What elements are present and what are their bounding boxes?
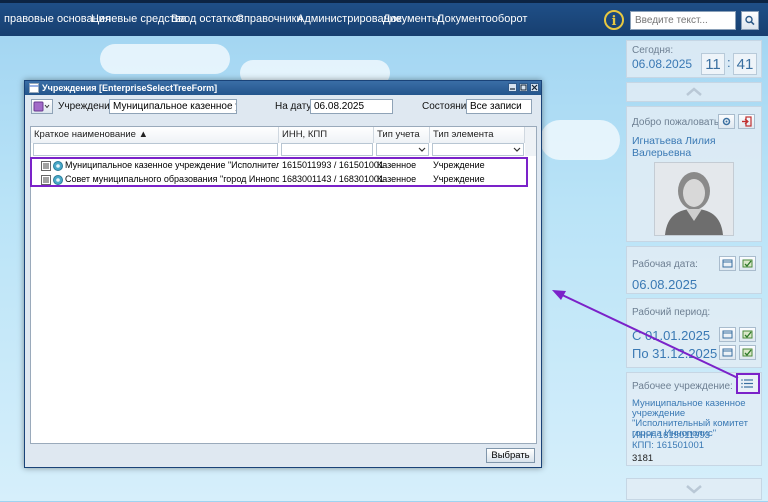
institutions-dialog: Учреждения [EnterpriseSelectTreeForm] Уч… xyxy=(24,80,542,468)
settings-button[interactable] xyxy=(718,114,735,129)
clock-minutes: 41 xyxy=(733,53,757,75)
calendar-icon xyxy=(722,259,733,268)
period-calendar-button-2[interactable] xyxy=(719,345,736,360)
institution-select-button[interactable] xyxy=(736,373,760,394)
row-short-name: Муниципальное казенное учреждение "Испол… xyxy=(65,160,279,170)
work-date-set-button[interactable] xyxy=(739,256,756,271)
work-date-calendar-button[interactable] xyxy=(719,256,736,271)
apply-date-icon xyxy=(742,259,753,268)
row-inn-kpp: 1615011993 / 161501001 xyxy=(282,160,384,170)
row-account-type: Казенное xyxy=(377,160,417,170)
institutions-grid: Краткое наименование ▲ ИНН, КПП Тип учет… xyxy=(30,126,537,444)
period-from: С 01.01.2025 xyxy=(632,328,711,343)
nav-item-balances-input[interactable]: Ввод остатков xyxy=(171,13,244,25)
close-button[interactable] xyxy=(530,83,539,92)
institution-icon xyxy=(53,161,63,171)
search-button[interactable] xyxy=(741,11,759,30)
period-to: По 31.12.2025 xyxy=(632,346,718,361)
row-short-name: Совет муниципального образования "город … xyxy=(65,174,279,184)
row-element-type: Учреждение xyxy=(433,160,485,170)
sidebar-scroll-down[interactable] xyxy=(626,478,762,500)
period-calendar-button[interactable] xyxy=(719,327,736,342)
top-navigation: правовые основания Целевые средства Ввод… xyxy=(0,0,768,36)
background-cloud xyxy=(100,44,230,74)
work-period-label: Рабочий период: xyxy=(632,307,711,318)
chevron-down-icon xyxy=(686,485,702,494)
filter-inn-kpp[interactable] xyxy=(281,143,373,156)
background-cloud xyxy=(540,120,620,160)
info-icon[interactable]: i xyxy=(604,10,624,30)
tree-node-icon xyxy=(41,161,51,171)
institution-label: Рабочее учреждение: xyxy=(632,381,733,392)
grid-header-filler xyxy=(525,127,536,156)
filter-short-name[interactable] xyxy=(33,143,278,156)
dialog-titlebar: Учреждения [EnterpriseSelectTreeForm] xyxy=(25,81,541,95)
nav-item-references[interactable]: Справочники xyxy=(236,13,303,25)
period-set-button[interactable] xyxy=(739,327,756,342)
user-name: Игнатьева Лилия Валерьевна xyxy=(632,135,716,159)
clock-separator: : xyxy=(727,55,731,70)
column-header-inn-kpp[interactable]: ИНН, КПП xyxy=(279,127,374,143)
calendar-icon xyxy=(722,330,733,339)
institution-kpp: КПП: 161501001 xyxy=(632,440,705,451)
table-row[interactable]: Совет муниципального образования "город … xyxy=(32,173,526,186)
chevron-up-icon xyxy=(686,87,702,96)
gear-icon xyxy=(722,117,731,126)
calendar-icon xyxy=(722,348,733,357)
minimize-icon xyxy=(510,88,515,90)
work-period-panel: Рабочий период: С 01.01.2025 По 31.12.20… xyxy=(626,298,762,368)
actions-icon xyxy=(33,101,50,112)
period-set-button-2[interactable] xyxy=(739,345,756,360)
institution-panel: Рабочее учреждение: Муниципальное казенн… xyxy=(626,372,762,466)
apply-date-icon xyxy=(742,330,753,339)
column-header-short-name[interactable]: Краткое наименование ▲ xyxy=(31,127,279,143)
logout-icon xyxy=(742,116,752,127)
chevron-down-icon[interactable] xyxy=(417,144,427,155)
minimize-button[interactable] xyxy=(508,83,517,92)
institution-icon xyxy=(53,175,63,185)
filter-element-type[interactable] xyxy=(432,143,524,156)
right-sidebar: Сегодня: 06.08.2025 11 : 41 Добро пожало… xyxy=(622,36,766,501)
date-filter-label: На дату: xyxy=(275,101,315,112)
nav-item-document-flow[interactable]: Документооборот xyxy=(437,13,527,25)
work-date-value: 06.08.2025 xyxy=(632,277,698,292)
work-date-panel: Рабочая дата: 06.08.2025 xyxy=(626,246,762,294)
user-avatar-icon xyxy=(665,172,723,235)
dialog-title: Учреждения [EnterpriseSelectTreeForm] xyxy=(42,83,218,93)
nav-item-documents[interactable]: Документы xyxy=(383,13,440,25)
maximize-icon xyxy=(520,84,527,91)
table-row[interactable]: Муниципальное казенное учреждение "Испол… xyxy=(32,159,526,172)
column-header-account-type[interactable]: Тип учета xyxy=(374,127,430,143)
state-filter-field[interactable]: Все записи xyxy=(466,99,532,114)
welcome-label: Добро пожаловать xyxy=(632,117,720,128)
window-icon xyxy=(29,83,39,93)
row-account-type: Казенное xyxy=(377,174,417,184)
clock-hours: 11 xyxy=(701,53,725,75)
apply-date-icon xyxy=(742,348,753,357)
work-date-label: Рабочая дата: xyxy=(632,259,698,270)
list-icon xyxy=(741,379,753,388)
actions-menu-button[interactable] xyxy=(31,99,53,114)
search-icon xyxy=(745,15,755,26)
today-label: Сегодня: xyxy=(632,45,674,56)
institution-filter-field[interactable]: Муниципальное казенное учреждение xyxy=(109,99,237,114)
avatar xyxy=(654,162,734,236)
maximize-button[interactable] xyxy=(519,83,528,92)
close-icon xyxy=(531,84,538,91)
institution-code: 3181 xyxy=(632,453,654,464)
sidebar-scroll-up[interactable] xyxy=(626,82,762,102)
row-inn-kpp: 1683001143 / 168301001 xyxy=(282,174,384,184)
date-filter-field[interactable]: 06.08.2025 xyxy=(310,99,393,114)
today-date: 06.08.2025 xyxy=(632,57,693,71)
clock-panel: Сегодня: 06.08.2025 11 : 41 xyxy=(626,40,762,78)
tree-node-icon xyxy=(41,175,51,185)
column-header-element-type[interactable]: Тип элемента xyxy=(430,127,525,143)
chevron-down-icon[interactable] xyxy=(512,144,522,155)
search-input[interactable] xyxy=(630,11,736,30)
filter-account-type[interactable] xyxy=(376,143,429,156)
select-button[interactable]: Выбрать xyxy=(486,448,535,463)
row-element-type: Учреждение xyxy=(433,174,485,184)
user-panel: Добро пожаловать Игнатьева Лилия Валерье… xyxy=(626,106,762,242)
logout-button[interactable] xyxy=(738,114,755,129)
